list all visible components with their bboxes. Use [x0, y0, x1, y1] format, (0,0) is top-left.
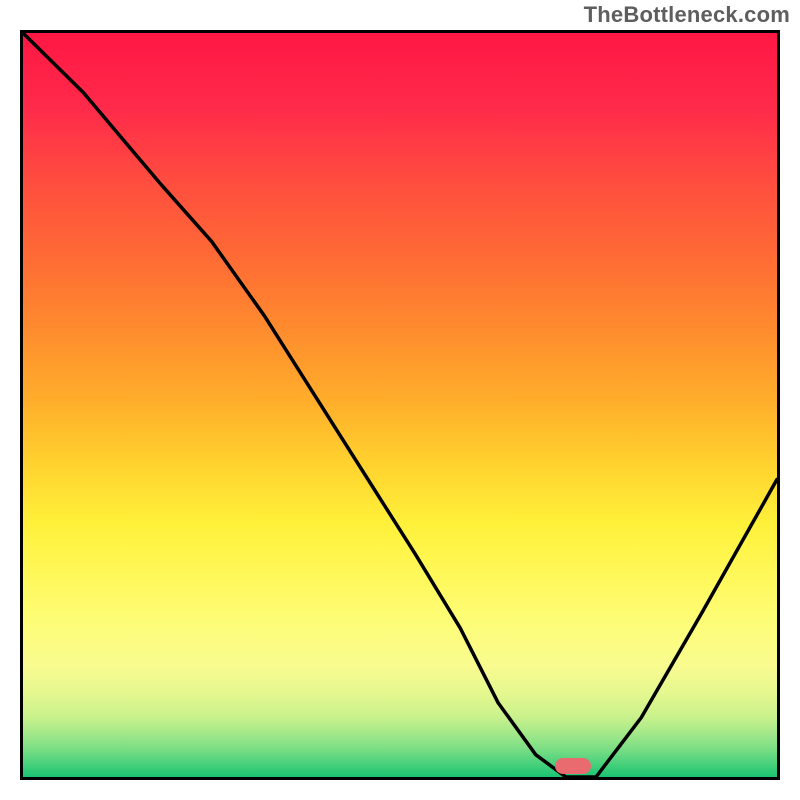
watermark-text: TheBottleneck.com	[584, 2, 790, 28]
bottleneck-curve	[23, 33, 777, 777]
optimal-marker	[555, 758, 591, 774]
plot-area	[20, 30, 780, 780]
chart-frame: TheBottleneck.com	[0, 0, 800, 800]
